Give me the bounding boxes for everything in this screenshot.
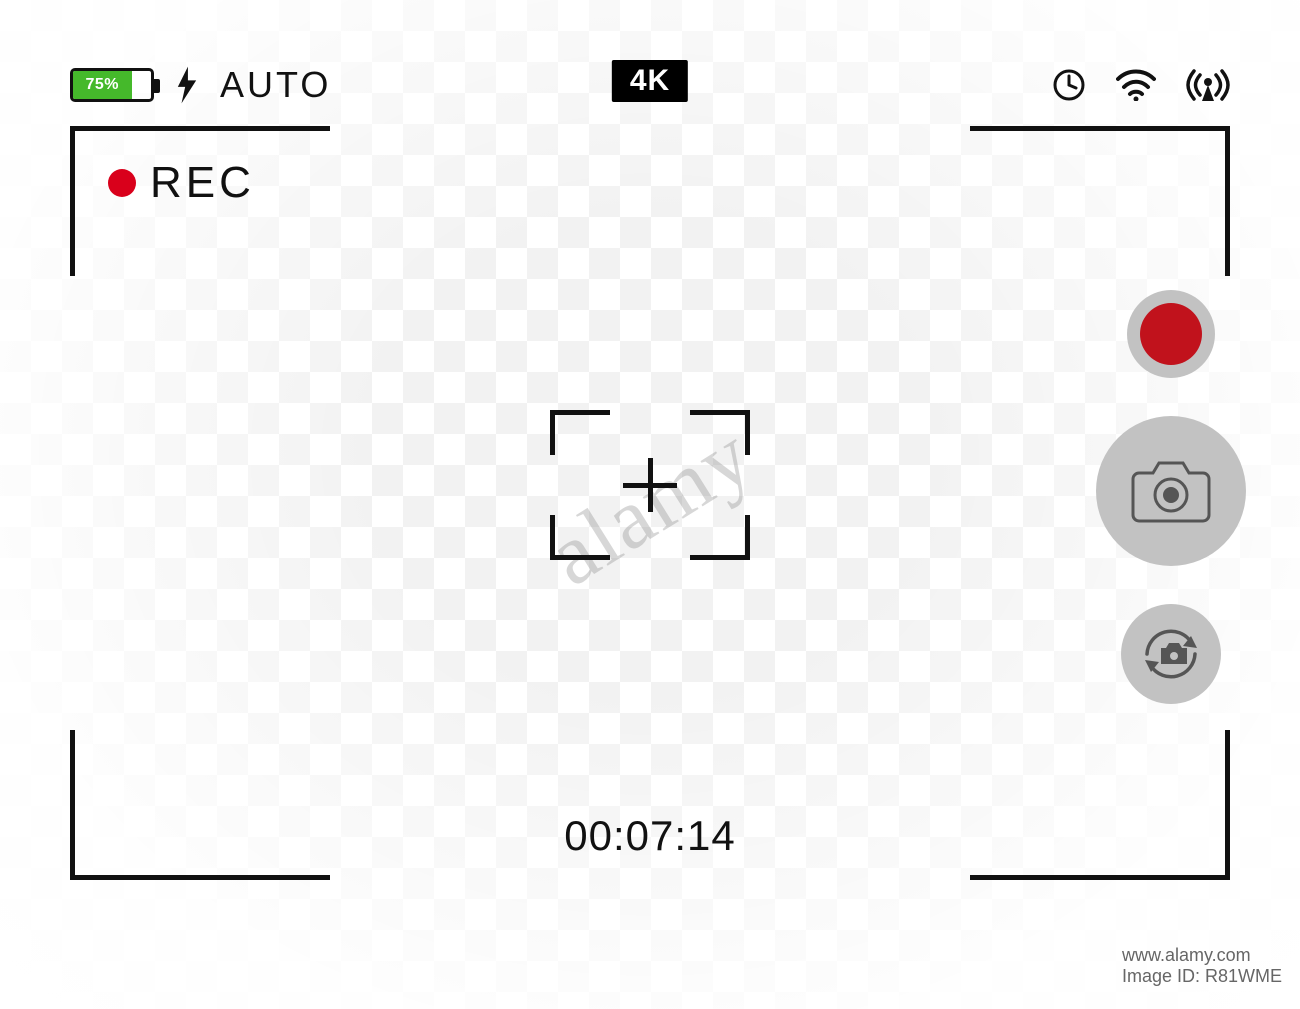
camera-viewfinder: 75% AUTO 4K — [70, 60, 1230, 880]
resolution-badge[interactable]: 4K — [612, 60, 688, 102]
switch-camera-icon — [1135, 618, 1207, 690]
battery-indicator: 75% — [70, 68, 154, 102]
recording-label: REC — [150, 158, 255, 208]
flash-icon[interactable] — [176, 65, 198, 105]
battery-percent-label: 75% — [85, 76, 119, 94]
record-dot-icon — [108, 169, 136, 197]
frame-corner-br — [970, 730, 1230, 880]
frame-corner-bl — [70, 730, 330, 880]
focus-reticle[interactable] — [550, 410, 750, 560]
switch-camera-button[interactable] — [1121, 604, 1221, 704]
top-status-bar: 75% AUTO 4K — [70, 60, 1230, 110]
record-button[interactable] — [1127, 290, 1215, 378]
timer-icon[interactable] — [1052, 68, 1086, 102]
recording-timer: 00:07:14 — [564, 812, 736, 860]
frame-corner-tr — [970, 126, 1230, 276]
broadcast-icon[interactable] — [1186, 67, 1230, 103]
side-controls — [1096, 290, 1246, 704]
shutter-button[interactable] — [1096, 416, 1246, 566]
recording-indicator: REC — [108, 158, 255, 208]
camera-icon — [1129, 459, 1213, 523]
record-dot-icon — [1140, 303, 1202, 365]
wifi-icon[interactable] — [1116, 69, 1156, 101]
flash-mode-label[interactable]: AUTO — [220, 64, 331, 106]
